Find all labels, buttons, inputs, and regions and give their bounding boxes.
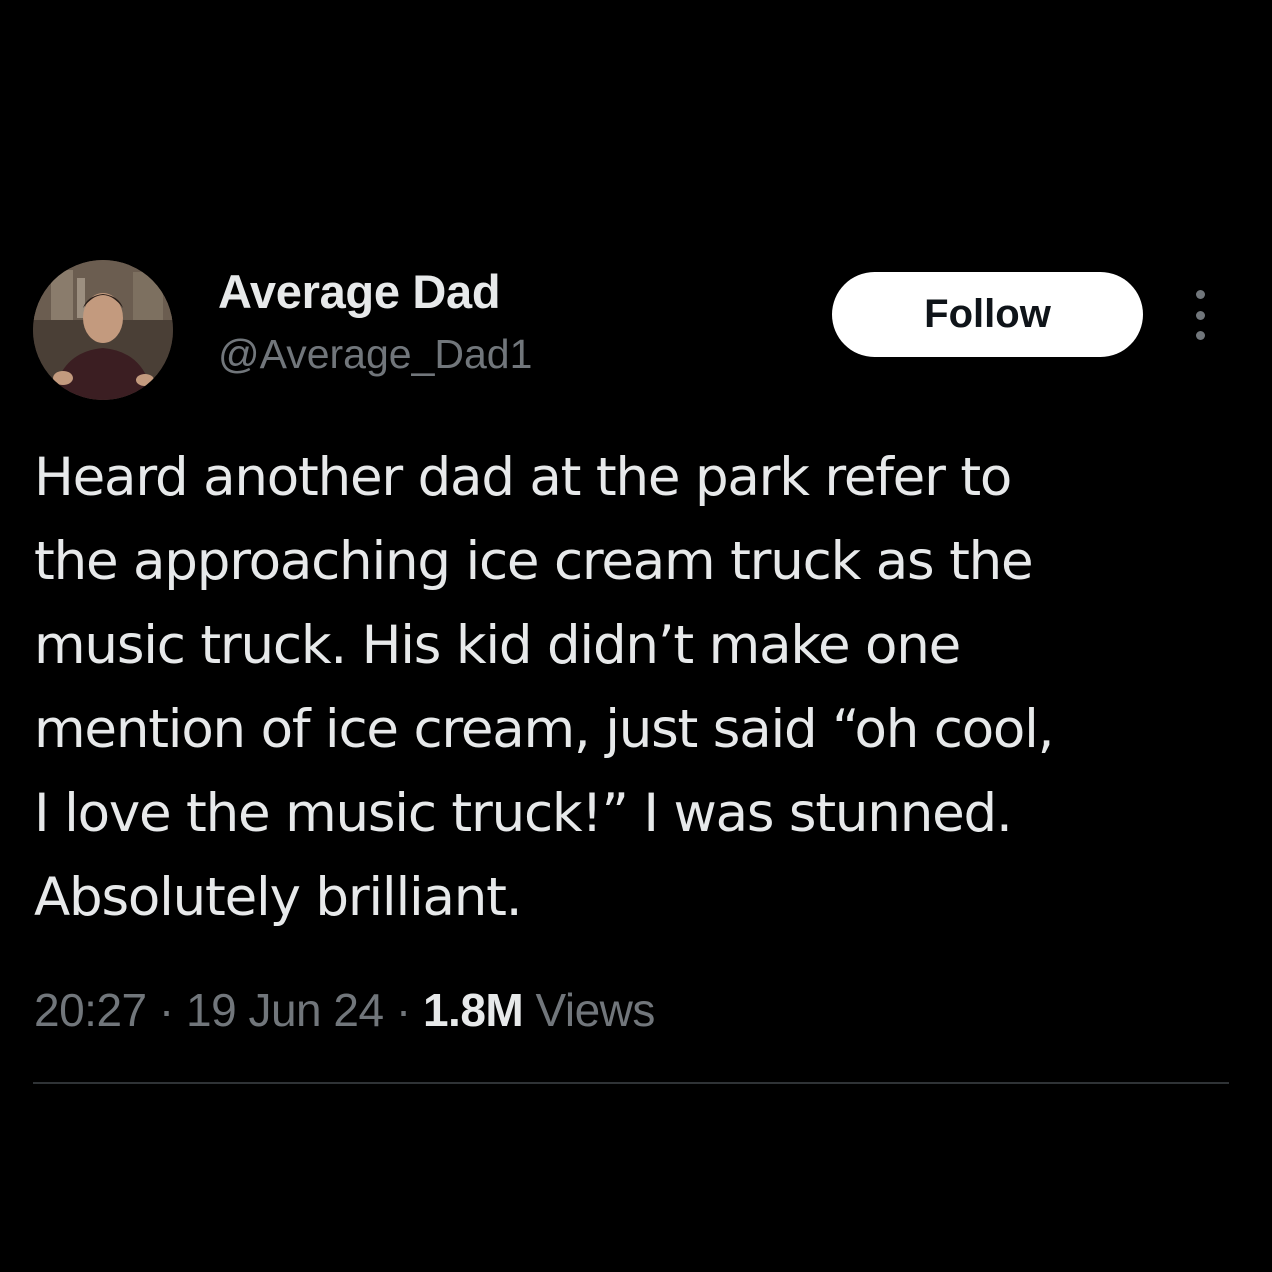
tweet-text-line: Heard another dad at the park refer to [34, 447, 1012, 508]
author-handle[interactable]: @Average_Dad1 [218, 326, 532, 382]
tweet-time[interactable]: 20:27 [34, 984, 147, 1036]
tweet-meta: 20:27 · 19 Jun 24 · 1.8M Views [34, 980, 655, 1040]
more-options-button[interactable] [1184, 290, 1216, 340]
tweet-text: Heard another dad at the park refer to t… [34, 436, 1244, 940]
tweet-text-line: mention of ice cream, just said “oh cool… [34, 699, 1055, 760]
divider [33, 1082, 1229, 1084]
views-count: 1.8M [422, 984, 524, 1036]
tweet-text-line: music truck. His kid didn’t make one [34, 615, 961, 676]
user-avatar-photo-icon [33, 260, 173, 400]
views-label: Views [535, 984, 656, 1036]
more-vertical-icon [1195, 331, 1205, 340]
tweet-card: Average Dad @Average_Dad1 Follow Heard a… [0, 0, 1272, 1272]
author-display-name[interactable]: Average Dad [218, 262, 532, 322]
tweet-text-line: the approaching ice cream truck as the [34, 531, 1034, 592]
meta-separator: · [158, 984, 174, 1036]
more-vertical-icon [1195, 290, 1205, 299]
author-avatar[interactable] [33, 260, 173, 400]
meta-separator: · [395, 984, 411, 1036]
tweet-date[interactable]: 19 Jun 24 [186, 984, 384, 1036]
more-vertical-icon [1195, 310, 1205, 320]
author-info: Average Dad @Average_Dad1 [218, 262, 532, 382]
follow-button[interactable]: Follow [832, 272, 1143, 357]
tweet-text-line: I love the music truck!” I was stunned. [34, 783, 1013, 844]
tweet-text-line: Absolutely brilliant. [34, 867, 523, 928]
